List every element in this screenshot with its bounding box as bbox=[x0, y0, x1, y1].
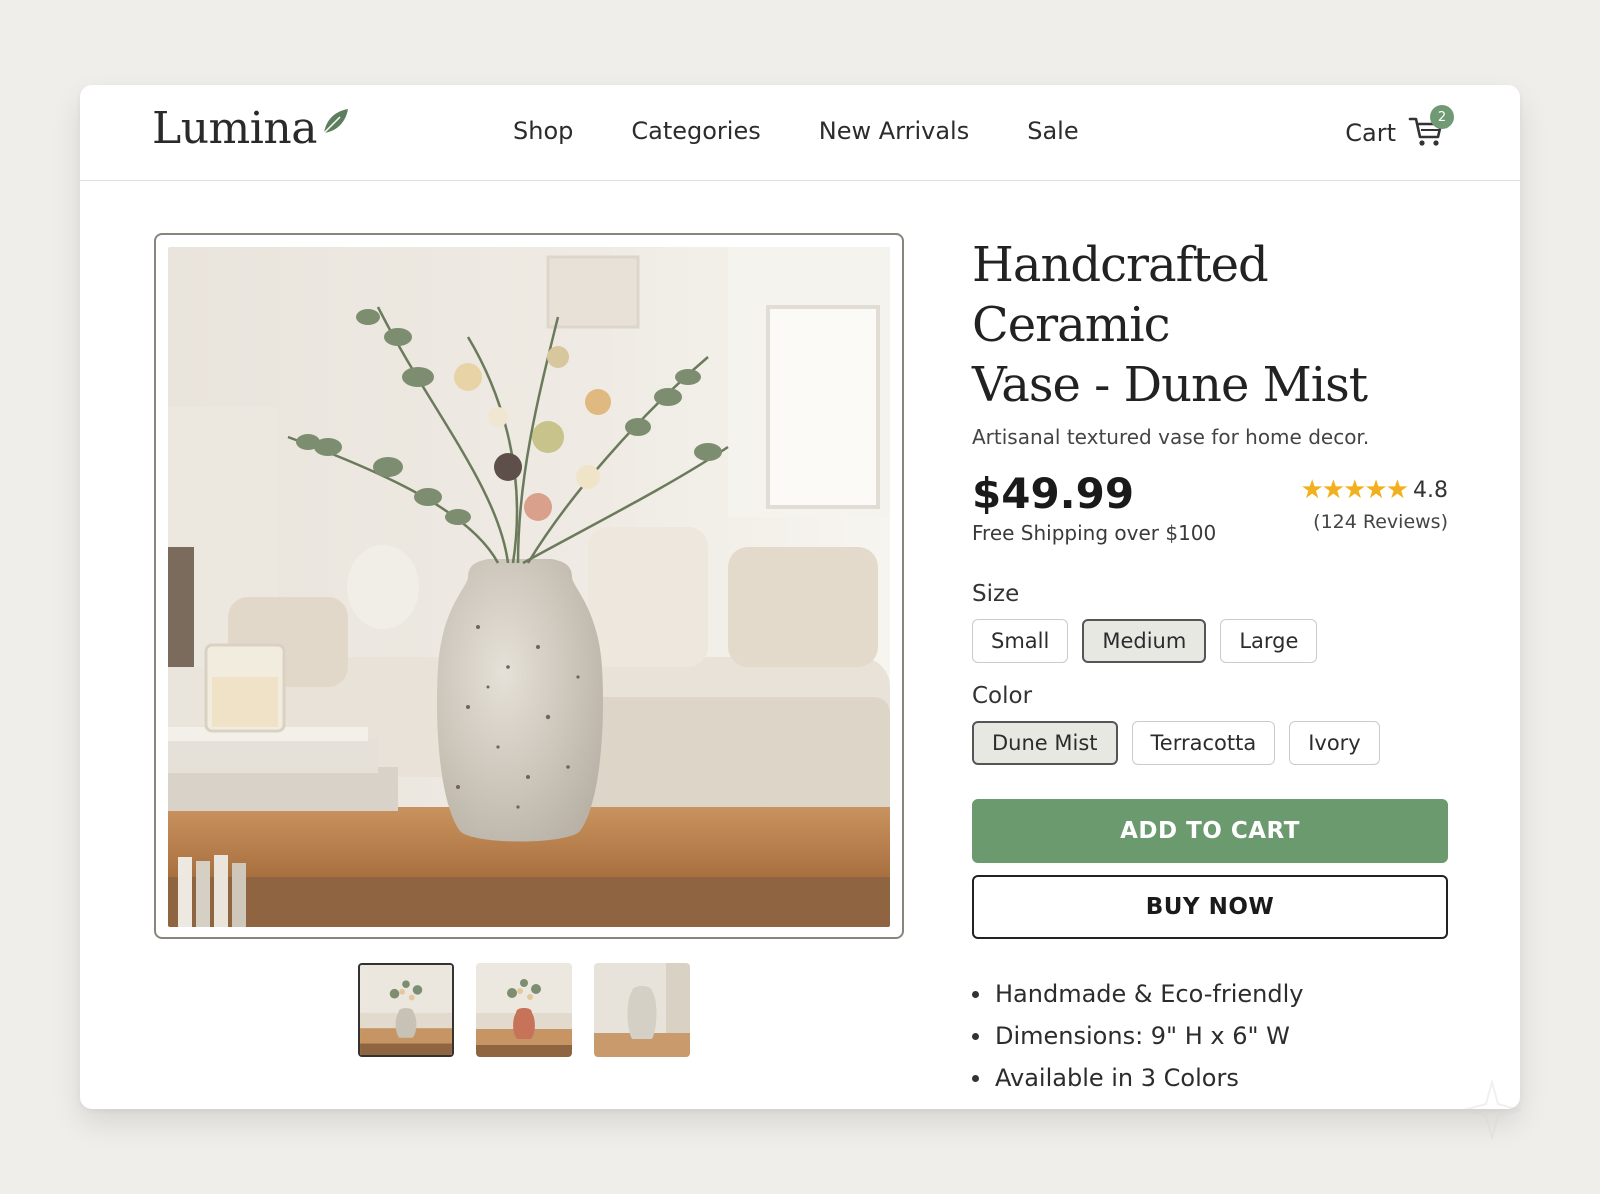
buy-now-button[interactable]: BUY NOW bbox=[972, 875, 1448, 939]
color-option-terracotta[interactable]: Terracotta bbox=[1131, 721, 1276, 765]
feature-item: Dimensions: 9" H x 6" W bbox=[972, 1015, 1448, 1057]
thumbnail-3[interactable] bbox=[594, 963, 690, 1057]
product-main-image[interactable] bbox=[154, 233, 904, 939]
thumbnail-1[interactable] bbox=[358, 963, 454, 1057]
size-label: Size bbox=[972, 581, 1020, 607]
cart-count-badge: 2 bbox=[1430, 105, 1454, 129]
product-card: Lumina Shop Categories New Arrivals Sale… bbox=[80, 85, 1522, 1140]
feature-item: Handmade & Eco-friendly bbox=[972, 973, 1448, 1015]
sparkle-icon bbox=[1462, 1080, 1522, 1140]
product-info: Handcrafted Ceramic Vase - Dune Mist Art… bbox=[972, 235, 1448, 1099]
thumbnail-strip bbox=[358, 963, 690, 1057]
bullet bbox=[972, 1074, 979, 1082]
bullet bbox=[972, 990, 979, 998]
product-title: Handcrafted Ceramic Vase - Dune Mist bbox=[972, 235, 1448, 415]
color-option-dune-mist[interactable]: Dune Mist bbox=[972, 721, 1118, 765]
cart-label: Cart bbox=[1345, 119, 1396, 147]
logo[interactable]: Lumina bbox=[152, 103, 317, 154]
product-title-line-2: Vase - Dune Mist bbox=[972, 357, 1368, 413]
product-photo bbox=[168, 247, 890, 927]
feature-list: Handmade & Eco-friendly Dimensions: 9" H… bbox=[972, 973, 1448, 1099]
size-options: Small Medium Large bbox=[972, 619, 1448, 663]
size-option-large[interactable]: Large bbox=[1220, 619, 1318, 663]
cart-icon: 2 bbox=[1408, 105, 1454, 153]
size-option-medium[interactable]: Medium bbox=[1082, 619, 1207, 663]
color-options: Dune Mist Terracotta Ivory bbox=[972, 721, 1448, 765]
star-icon: ★★★★★ bbox=[1300, 475, 1409, 505]
product-title-line-1: Handcrafted Ceramic bbox=[972, 237, 1269, 353]
nav-new-arrivals[interactable]: New Arrivals bbox=[819, 117, 969, 145]
nav-sale[interactable]: Sale bbox=[1027, 117, 1078, 145]
bullet bbox=[972, 1032, 979, 1040]
cart-button[interactable]: Cart 2 bbox=[1345, 105, 1454, 153]
leaf-icon bbox=[323, 109, 348, 134]
thumbnail-2[interactable] bbox=[476, 963, 572, 1057]
site-header: Lumina Shop Categories New Arrivals Sale… bbox=[80, 85, 1520, 181]
nav-categories[interactable]: Categories bbox=[631, 117, 760, 145]
shipping-note: Free Shipping over $100 bbox=[972, 521, 1217, 545]
add-to-cart-button[interactable]: ADD TO CART bbox=[972, 799, 1448, 863]
main-nav: Shop Categories New Arrivals Sale bbox=[513, 117, 1079, 145]
price-row: $49.99 Free Shipping over $100 ★★★★★ 4.8… bbox=[972, 469, 1448, 553]
product-subtitle: Artisanal textured vase for home decor. bbox=[972, 425, 1370, 449]
nav-shop[interactable]: Shop bbox=[513, 117, 573, 145]
feature-item: Available in 3 Colors bbox=[972, 1057, 1448, 1099]
rating[interactable]: ★★★★★ 4.8 bbox=[1300, 475, 1448, 505]
reviews-link[interactable]: (124 Reviews) bbox=[1313, 511, 1448, 533]
feature-text: Handmade & Eco-friendly bbox=[995, 980, 1304, 1008]
color-label: Color bbox=[972, 683, 1033, 709]
rating-value: 4.8 bbox=[1413, 477, 1448, 503]
size-option-small[interactable]: Small bbox=[972, 619, 1069, 663]
color-option-ivory[interactable]: Ivory bbox=[1289, 721, 1380, 765]
feature-text: Available in 3 Colors bbox=[995, 1064, 1239, 1092]
feature-text: Dimensions: 9" H x 6" W bbox=[995, 1022, 1290, 1050]
